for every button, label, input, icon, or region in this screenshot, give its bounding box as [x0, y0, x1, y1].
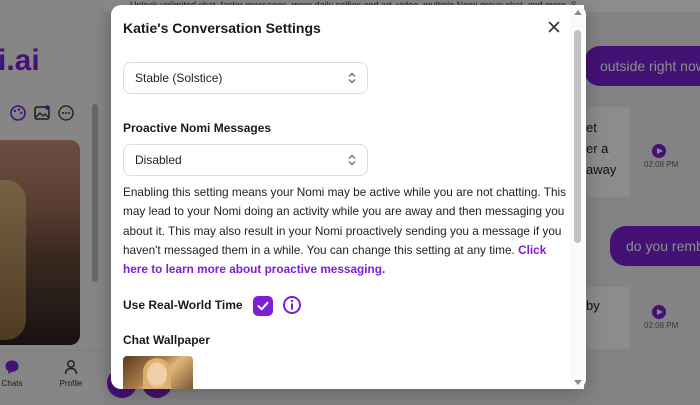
real-world-time-checkbox[interactable]	[253, 296, 273, 316]
proactive-messages-label: Proactive Nomi Messages	[123, 121, 272, 135]
model-select-value: Stable (Solstice)	[135, 71, 223, 85]
chevron-up-down-icon	[348, 154, 356, 166]
scroll-down-arrow-icon[interactable]	[574, 380, 582, 385]
proactive-description: Enabling this setting means your Nomi ma…	[123, 183, 573, 279]
chevron-up-down-icon	[348, 72, 356, 84]
info-button[interactable]	[283, 296, 301, 314]
scroll-up-arrow-icon[interactable]	[574, 10, 582, 15]
proactive-select-value: Disabled	[135, 153, 182, 167]
close-icon	[548, 21, 560, 33]
checkmark-icon	[257, 301, 269, 311]
info-icon	[290, 299, 294, 310]
close-button[interactable]	[546, 19, 562, 35]
chat-wallpaper-label: Chat Wallpaper	[123, 333, 210, 347]
proactive-messages-select[interactable]: Disabled	[123, 144, 368, 176]
proactive-description-text: Enabling this setting means your Nomi ma…	[123, 185, 567, 257]
chat-wallpaper-thumbnail[interactable]	[123, 356, 193, 389]
scrollbar-thumb[interactable]	[574, 30, 581, 243]
real-world-time-label: Use Real-World Time	[123, 298, 243, 312]
conversation-settings-modal: Katie's Conversation Settings Stable (So…	[111, 5, 586, 389]
model-select[interactable]: Stable (Solstice)	[123, 62, 368, 94]
modal-title: Katie's Conversation Settings	[123, 20, 321, 36]
